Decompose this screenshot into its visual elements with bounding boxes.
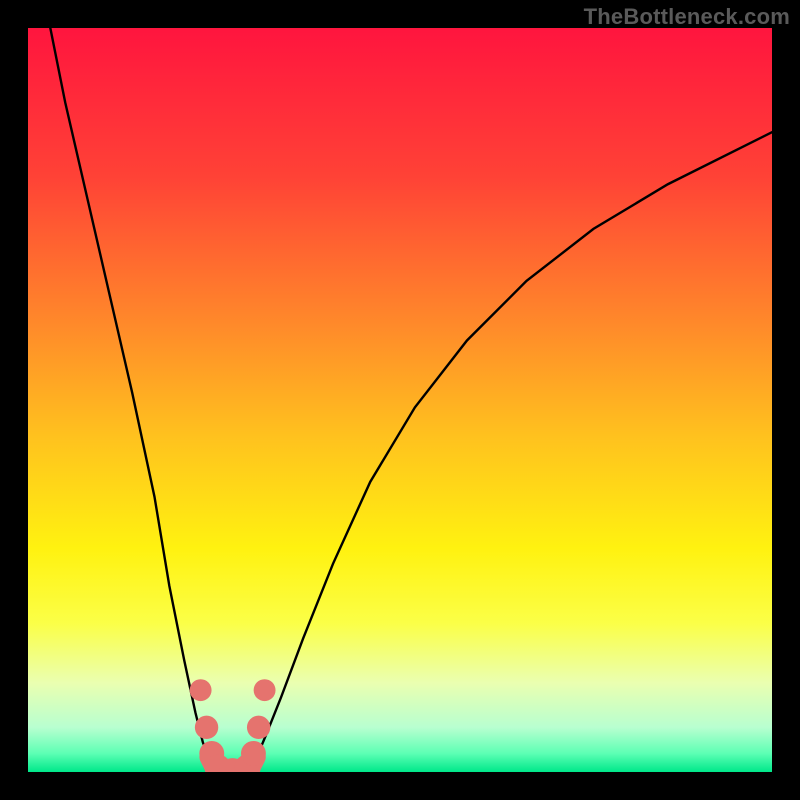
gradient-background: [28, 28, 772, 772]
chart-svg: [28, 28, 772, 772]
watermark-text: TheBottleneck.com: [584, 4, 790, 30]
plot-area: [28, 28, 772, 772]
valley-dot: [254, 679, 276, 701]
valley-dot: [195, 716, 218, 739]
chart-frame: TheBottleneck.com: [0, 0, 800, 800]
valley-dot: [241, 741, 266, 766]
valley-dot: [190, 679, 212, 701]
valley-dot: [247, 716, 270, 739]
